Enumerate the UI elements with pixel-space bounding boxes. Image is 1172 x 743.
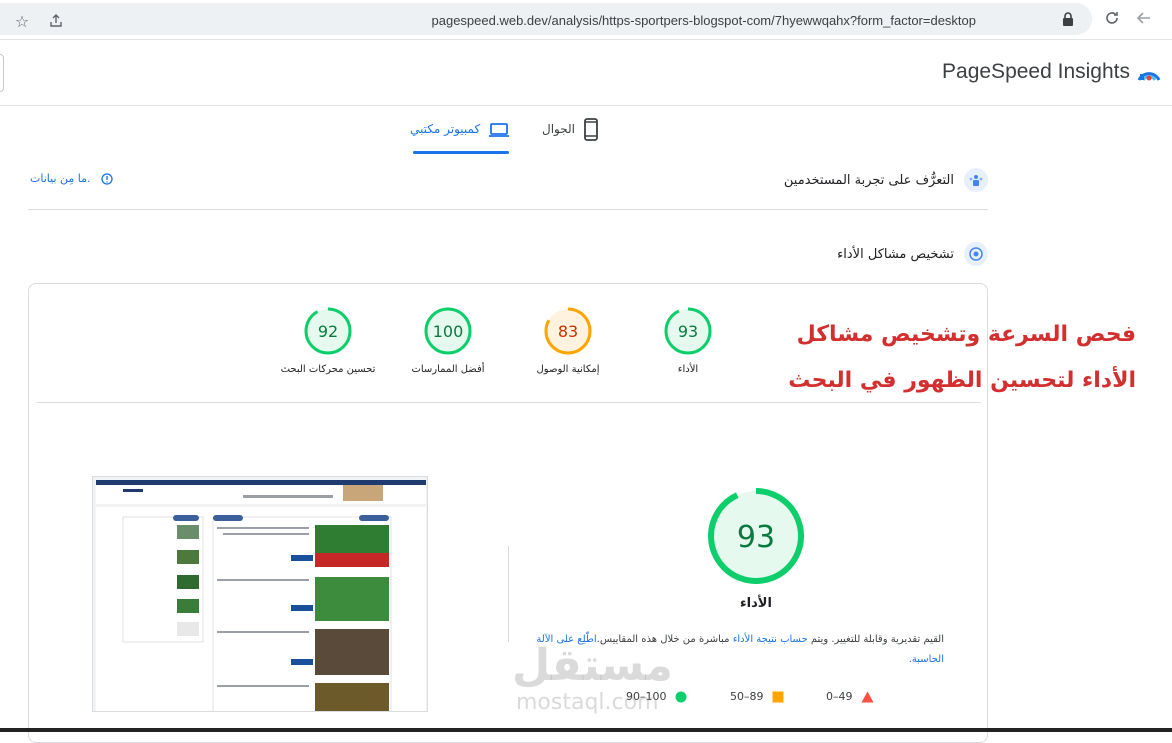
section-divider	[28, 209, 988, 210]
score-label: تحسين محركات البحث	[280, 364, 376, 375]
score-gauge[interactable]: 83 إمكانية الوصول	[508, 306, 628, 375]
reload-icon[interactable]	[1102, 8, 1122, 28]
phone-icon	[584, 118, 598, 141]
score-value: 93	[678, 322, 698, 341]
laptop-icon	[489, 123, 510, 137]
panel-divider	[508, 546, 509, 642]
menu-edge[interactable]	[0, 54, 4, 92]
legend-fail-range: 0–49	[826, 690, 853, 703]
overlay-line-2: الأداء لتحسين الظهور في البحث	[788, 368, 1136, 393]
app-header: PageSpeed Insights	[0, 40, 1172, 106]
watermark-url: mostaql.com	[516, 690, 659, 715]
share-icon[interactable]	[46, 11, 66, 31]
info-icon	[100, 172, 113, 185]
app-title[interactable]: PageSpeed Insights	[942, 60, 1130, 84]
score-label: أفضل الممارسات	[411, 364, 485, 375]
lock-icon[interactable]	[1058, 9, 1078, 29]
star-icon[interactable]: ☆	[12, 11, 32, 31]
url-text[interactable]: pagespeed.web.dev/analysis/https-sportpe…	[432, 13, 977, 28]
performance-score-value: 93	[737, 520, 775, 555]
performance-score-panel: 93 الأداء	[676, 486, 836, 611]
browser-toolbar: ☆ pagespeed.web.dev/analysis/https-sport…	[0, 0, 1172, 40]
address-bar[interactable]: ☆ pagespeed.web.dev/analysis/https-sport…	[0, 3, 1092, 35]
tab-desktop[interactable]: كمبيوتر مكتبي	[410, 122, 510, 160]
users-icon	[964, 168, 988, 192]
score-label: الأداء	[677, 364, 699, 375]
no-data-text: ما مِن بيانات.	[30, 172, 91, 185]
score-value: 100	[433, 322, 464, 341]
bottom-edge	[0, 728, 1172, 732]
legend-average-range: 50–89	[730, 690, 764, 703]
score-gauge[interactable]: 100 أفضل الممارسات	[388, 306, 508, 375]
legend-fail: 0–49	[826, 690, 874, 703]
score-label: إمكانية الوصول	[536, 364, 600, 375]
tab-mobile[interactable]: الجوال	[542, 118, 599, 156]
performance-title: الأداء	[740, 596, 772, 611]
ux-section-title: التعرُّف على تجربة المستخدمين	[783, 172, 954, 188]
performance-gauge: 93	[708, 488, 804, 584]
orange-square-icon	[772, 691, 783, 702]
diagnose-section-header: تشخيص مشاكل الأداء	[837, 242, 988, 266]
active-tab-indicator	[413, 151, 509, 154]
ux-section-header: التعرُّف على تجربة المستخدمين	[784, 168, 988, 192]
watermark-logo: مستقل	[512, 640, 673, 691]
score-calculation-link[interactable]: حساب نتيجة الأداء	[733, 634, 808, 645]
score-value: 92	[318, 322, 338, 341]
green-circle-icon	[675, 691, 686, 702]
card-divider	[37, 402, 981, 403]
red-triangle-icon	[861, 691, 873, 702]
score-gauge[interactable]: 92 تحسين محركات البحث	[268, 306, 388, 375]
back-icon[interactable]	[1134, 8, 1154, 28]
legend-average: 50–89	[730, 690, 784, 703]
page-screenshot-thumbnail	[92, 476, 428, 712]
overlay-line-1: فحص السرعة وتشخيص مشاكل	[796, 322, 1136, 347]
note-text-1: القيم تقديرية وقابلة للتغيير. ويتم	[810, 634, 944, 645]
diagnose-section-title: تشخيص مشاكل الأداء	[837, 246, 954, 262]
score-gauge[interactable]: 93 الأداء	[628, 306, 748, 375]
pagespeed-logo-icon[interactable]	[1136, 58, 1162, 84]
target-icon	[964, 242, 988, 266]
tab-mobile-label: الجوال	[542, 122, 575, 136]
tab-desktop-label: كمبيوتر مكتبي	[410, 122, 481, 136]
no-data-notice[interactable]: ما مِن بيانات.	[30, 172, 113, 185]
score-value: 83	[558, 322, 578, 341]
